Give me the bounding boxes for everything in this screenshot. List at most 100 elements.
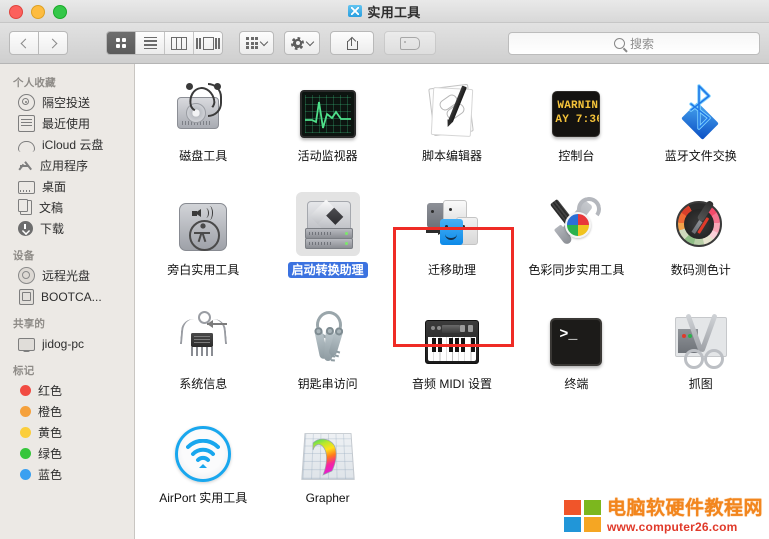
file-item-keychain-access[interactable]: 钥匙串访问 (265, 300, 389, 414)
sidebar-tag-yellow[interactable]: 黄色 (0, 422, 134, 443)
back-button[interactable] (9, 31, 39, 55)
applications-icon (18, 158, 33, 173)
sidebar-item-icloud[interactable]: iCloud 云盘 (0, 134, 134, 155)
file-label: 迁移助理 (427, 263, 476, 277)
watermark-text: 电脑软硬件教程网 www.computer26.com (607, 499, 763, 533)
coverflow-view-button[interactable] (194, 32, 222, 54)
file-item-script-editor[interactable]: 脚本编辑器 (390, 72, 514, 186)
bluetooth-exchange-icon (673, 84, 729, 140)
list-view-button[interactable] (136, 32, 165, 54)
keychain-access-icon (299, 309, 357, 367)
sidebar-item-label: 应用程序 (40, 159, 89, 173)
file-label: 脚本编辑器 (421, 149, 482, 163)
file-item-migration-assistant[interactable]: 迁移助理 (390, 186, 514, 300)
sidebar-item-label: 远程光盘 (42, 269, 91, 283)
sidebar-item-label: 最近使用 (42, 117, 91, 131)
tag-dot-icon (20, 406, 31, 417)
file-item-disk-utility[interactable]: 磁盘工具 (141, 72, 265, 186)
icon-container (296, 420, 360, 484)
icon-view-button[interactable] (107, 32, 136, 54)
shared-computer-icon (18, 337, 35, 352)
sidebar-tag-orange[interactable]: 橙色 (0, 401, 134, 422)
airdrop-icon (18, 94, 35, 111)
sidebar-item-recents[interactable]: 最近使用 (0, 113, 134, 134)
share-button[interactable] (330, 31, 374, 55)
chevron-down-icon (305, 37, 315, 46)
view-mode-segmented-control (106, 31, 223, 55)
forward-button[interactable] (39, 31, 68, 55)
action-menu-button[interactable] (284, 31, 320, 55)
disk-utility-icon (174, 81, 232, 139)
file-label: Grapher (305, 491, 350, 505)
arrange-icon (246, 37, 258, 49)
file-item-colorsync-utility[interactable]: 色彩同步实用工具 (514, 186, 638, 300)
sidebar-item-documents[interactable]: 文稿 (0, 197, 134, 218)
tag-dot-icon (20, 469, 31, 480)
file-item-bluetooth-exchange[interactable]: 蓝牙文件交换 (639, 72, 763, 186)
icon-grid: 磁盘工具 活动监视器 脚本编辑器 WARNIN AY 7:36 控制台 蓝牙文件… (135, 64, 769, 528)
window-title: 实用工具 (367, 4, 421, 20)
icon-container (171, 78, 235, 142)
tag-dot-icon (20, 448, 31, 459)
edit-tags-button[interactable] (384, 31, 436, 55)
sidebar-tag-red[interactable]: 红色 (0, 380, 134, 401)
watermark-url: www.computer26.com (606, 520, 738, 534)
window-title-group: 实用工具 (0, 0, 769, 22)
file-label: AirPort 实用工具 (159, 491, 248, 505)
sidebar-item-jidog-pc[interactable]: jidog-pc (0, 333, 134, 354)
icon-container (171, 420, 235, 484)
downloads-icon (18, 221, 33, 236)
sidebar-item-label: jidog-pc (42, 336, 85, 351)
file-item-audio-midi-setup[interactable]: 音频 MIDI 设置 (390, 300, 514, 414)
list-icon (143, 36, 157, 50)
icon-container (171, 192, 235, 256)
sidebar-heading-shared: 共享的 (13, 318, 46, 330)
toolbar: 搜索 (0, 23, 769, 64)
tag-dot-icon (20, 385, 31, 396)
terminal-prompt-text: >_ (559, 325, 578, 343)
sidebar-item-applications[interactable]: 应用程序 (0, 155, 134, 176)
activity-monitor-icon (299, 89, 356, 138)
icon-container (669, 306, 733, 370)
file-item-voiceover-utility[interactable]: 旁白实用工具 (141, 186, 265, 300)
column-view-button[interactable] (165, 32, 194, 54)
chevron-right-icon (47, 38, 57, 48)
file-item-console[interactable]: WARNIN AY 7:36 控制台 (514, 72, 638, 186)
sidebar-tag-green[interactable]: 绿色 (0, 443, 134, 464)
file-item-digital-color-meter[interactable]: 数码测色计 (639, 186, 763, 300)
file-label: 旁白实用工具 (167, 263, 240, 277)
arrange-by-button[interactable] (239, 31, 274, 55)
sidebar-item-label: 桌面 (42, 180, 67, 194)
sidebar-item-remote-disc[interactable]: 远程光盘 (0, 265, 134, 286)
file-item-airport-utility[interactable]: AirPort 实用工具 (141, 414, 265, 528)
file-item-boot-camp-assistant[interactable]: 启动转换助理 (265, 186, 389, 300)
icon-container (296, 78, 360, 142)
navigation-buttons (9, 31, 68, 55)
coverflow-icon (196, 36, 220, 50)
file-item-grapher[interactable]: Grapher (265, 414, 389, 528)
sidebar-item-downloads[interactable]: 下载 (0, 218, 134, 239)
icon-container: WARNIN AY 7:36 (544, 78, 608, 142)
airport-utility-icon (175, 426, 232, 482)
icon-container (544, 192, 608, 256)
sidebar-item-bootcamp[interactable]: BOOTCA... (0, 286, 134, 307)
search-icon (613, 38, 625, 49)
sidebar-heading-favorites: 个人收藏 (13, 77, 56, 89)
file-label: 钥匙串访问 (297, 377, 358, 391)
grid-icon (116, 38, 126, 48)
file-label: 终端 (564, 377, 589, 391)
folder-tool-icon (348, 5, 363, 17)
file-item-system-information[interactable]: 系统信息 (141, 300, 265, 414)
file-item-terminal[interactable]: >_ 终端 (514, 300, 638, 414)
icon-container (296, 306, 360, 370)
sidebar-item-desktop[interactable]: 桌面 (0, 176, 134, 197)
icon-container (420, 306, 484, 370)
icon-container (669, 78, 733, 142)
file-label: 活动监视器 (297, 149, 358, 163)
sidebar-item-label: iCloud 云盘 (42, 138, 104, 152)
sidebar-tag-blue[interactable]: 蓝色 (0, 464, 134, 485)
file-item-grab[interactable]: 抓图 (639, 300, 763, 414)
file-item-activity-monitor[interactable]: 活动监视器 (265, 72, 389, 186)
sidebar-item-airdrop[interactable]: 隔空投送 (0, 92, 134, 113)
search-field[interactable]: 搜索 (508, 32, 760, 55)
